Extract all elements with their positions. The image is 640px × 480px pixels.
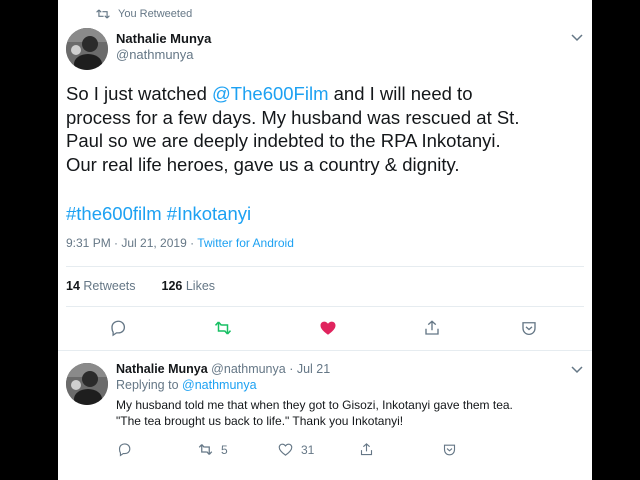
retweet-icon bbox=[214, 321, 232, 335]
reply-separator bbox=[58, 350, 592, 351]
bookmark-icon bbox=[443, 444, 456, 456]
retweet-icon bbox=[96, 9, 110, 19]
like-button[interactable] bbox=[318, 318, 338, 338]
reply-button[interactable] bbox=[108, 318, 128, 338]
tweet-text-line: Paul so we are deeply indebted to the RP… bbox=[66, 130, 501, 151]
tweet-metadata: 9:31 PM · Jul 21, 2019 · Twitter for And… bbox=[66, 236, 294, 250]
author-handle[interactable]: @nathmunya bbox=[116, 47, 211, 63]
reply-retweet-button[interactable]: 5 bbox=[198, 442, 228, 457]
reply-retweet-count: 5 bbox=[221, 442, 228, 457]
retweets-stat[interactable]: 14 Retweets bbox=[66, 279, 136, 293]
reply-text-line: "The tea brought us back to life." Thank… bbox=[116, 414, 404, 428]
replying-to-handle[interactable]: @nathmunya bbox=[182, 378, 257, 392]
author-block[interactable]: Nathalie Munya @nathmunya bbox=[116, 31, 211, 63]
tweet-text-line: Our real life heroes, gave us a country … bbox=[66, 153, 460, 175]
tweet-stats: 14 Retweets 126 Likes bbox=[66, 279, 215, 293]
chevron-down-icon[interactable] bbox=[571, 366, 583, 374]
reply-like-button[interactable]: 31 bbox=[278, 442, 314, 457]
reply-date[interactable]: · Jul 21 bbox=[286, 362, 330, 376]
divider bbox=[66, 306, 584, 307]
bookmark-icon bbox=[522, 322, 536, 336]
reply-like-count: 31 bbox=[301, 442, 315, 457]
reply-header: Nathalie Munya @nathmunya · Jul 21 bbox=[116, 361, 330, 377]
reply-icon bbox=[111, 320, 126, 337]
chevron-down-icon[interactable] bbox=[571, 34, 583, 42]
reply-text-line: My husband told me that when they got to… bbox=[116, 398, 513, 412]
hashtag-links[interactable]: #the600film #Inkotanyi bbox=[66, 202, 251, 225]
retweet-button[interactable] bbox=[213, 318, 233, 338]
reply-share-button[interactable] bbox=[359, 442, 374, 457]
like-icon bbox=[320, 321, 336, 335]
retweet-icon bbox=[198, 444, 213, 455]
reply-text: My husband told me that when they got to… bbox=[116, 397, 586, 429]
likes-stat[interactable]: 126 Likes bbox=[162, 279, 216, 293]
tweet-text-line: So I just watched @The600Film and I will… bbox=[66, 83, 473, 104]
reply-reply-button[interactable] bbox=[117, 442, 132, 457]
reply-icon bbox=[118, 443, 131, 457]
author-name[interactable]: Nathalie Munya bbox=[116, 31, 211, 47]
tweet-text-line: process for a few days. My husband was r… bbox=[66, 106, 520, 128]
reply-bookmark-button[interactable] bbox=[442, 442, 457, 457]
tweet-action-bar bbox=[58, 318, 592, 340]
tweet-detail-panel: You Retweeted Nathalie Munya @nathmunya … bbox=[58, 0, 592, 480]
reply-avatar[interactable] bbox=[66, 363, 108, 405]
replying-to: Replying to @nathmunya bbox=[116, 378, 257, 392]
tweet-timestamp[interactable]: 9:31 PM · Jul 21, 2019 · bbox=[66, 236, 197, 250]
reply-author-name[interactable]: Nathalie Munya bbox=[116, 362, 208, 376]
mention-link[interactable]: @The600Film bbox=[212, 83, 328, 104]
share-icon bbox=[360, 443, 373, 456]
avatar[interactable] bbox=[66, 28, 108, 70]
reply-author-handle[interactable]: @nathmunya bbox=[211, 362, 286, 376]
bookmark-button[interactable] bbox=[519, 318, 539, 338]
tweet-text: So I just watched @The600Film and I will… bbox=[66, 82, 581, 176]
retweet-notice-text: You Retweeted bbox=[118, 8, 193, 20]
share-icon bbox=[425, 320, 439, 335]
reply-action-bar: 5 31 bbox=[58, 442, 592, 462]
share-button[interactable] bbox=[422, 318, 442, 338]
retweet-notice: You Retweeted bbox=[96, 8, 192, 20]
tweet-source-link[interactable]: Twitter for Android bbox=[197, 236, 294, 250]
like-icon bbox=[278, 443, 293, 456]
divider bbox=[66, 266, 584, 267]
